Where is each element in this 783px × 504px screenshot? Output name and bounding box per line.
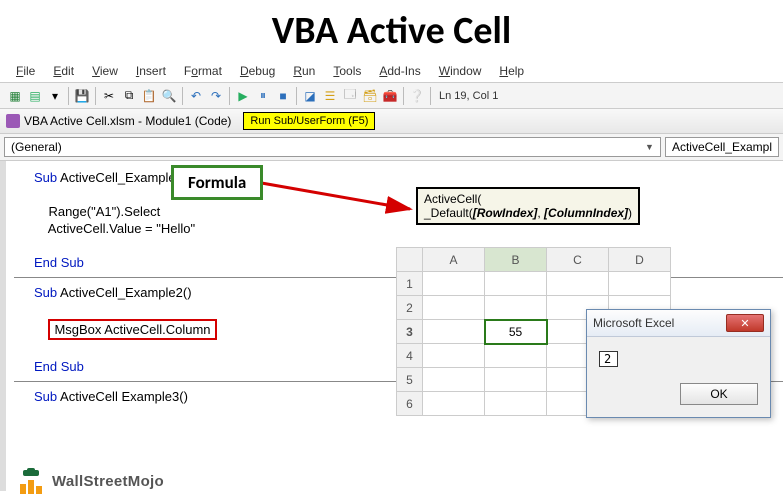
tooltip-line2: _Default([RowIndex], [ColumnIndex]) <box>424 206 632 220</box>
properties-icon[interactable]: 🗔 <box>341 87 359 105</box>
save-icon[interactable]: 💾 <box>73 87 91 105</box>
help-icon[interactable]: ❔ <box>408 87 426 105</box>
object-dropdown-value: (General) <box>11 140 62 154</box>
col-header[interactable]: A <box>423 248 485 272</box>
cell[interactable] <box>485 344 547 368</box>
cell[interactable] <box>423 368 485 392</box>
code-editor[interactable]: Formula ActiveCell( _Default([RowIndex],… <box>0 161 783 491</box>
cut-icon[interactable]: ✂ <box>100 87 118 105</box>
col-header[interactable]: C <box>547 248 609 272</box>
find-icon[interactable]: 🔍 <box>160 87 178 105</box>
document-tab-bar: VBA Active Cell.xlsm - Module1 (Code) Ru… <box>0 109 783 134</box>
code-dropdown-row: (General) ▼ ActiveCell_Exampl <box>0 134 783 161</box>
undo-icon[interactable]: ↶ <box>187 87 205 105</box>
cell[interactable] <box>485 296 547 320</box>
row-header[interactable]: 5 <box>397 368 423 392</box>
active-cell[interactable]: 55 <box>485 320 547 344</box>
chevron-down-icon: ▼ <box>645 142 654 152</box>
menu-edit[interactable]: Edit <box>45 62 82 80</box>
page-title: VBA Active Cell <box>0 8 783 54</box>
toolbar: ▦ ▤ ▾ 💾 ✂ ⧉ 📋 🔍 ↶ ↷ ▶ ⏸ ■ ◪ ☰ 🗔 🗃 🧰 ❔ Ln… <box>0 83 783 109</box>
cell[interactable] <box>423 272 485 296</box>
module-icon <box>6 114 20 128</box>
watermark-text: WallStreetMojo <box>52 473 164 490</box>
tooltip-line1: ActiveCell( <box>424 192 632 206</box>
code-line <box>14 186 783 203</box>
row-header[interactable]: 6 <box>397 392 423 416</box>
menu-window[interactable]: Window <box>431 62 490 80</box>
cell[interactable] <box>423 296 485 320</box>
menu-help[interactable]: Help <box>491 62 532 80</box>
cell[interactable] <box>485 368 547 392</box>
copy-icon[interactable]: ⧉ <box>120 87 138 105</box>
paste-icon[interactable]: 📋 <box>140 87 158 105</box>
menu-run[interactable]: Run <box>285 62 323 80</box>
message-box-body: 2 <box>587 337 770 373</box>
intellisense-tooltip: ActiveCell( _Default([RowIndex], [Column… <box>416 187 640 225</box>
callout-run-sub: Run Sub/UserForm (F5) <box>243 112 375 130</box>
design-mode-icon[interactable]: ◪ <box>301 87 319 105</box>
menu-insert[interactable]: Insert <box>128 62 174 80</box>
watermark: WallStreetMojo <box>18 468 164 494</box>
message-box-value: 2 <box>599 351 618 367</box>
code-line: Sub ActiveCell_Example1() <box>14 169 783 186</box>
object-browser-icon[interactable]: 🗃 <box>361 87 379 105</box>
row-header[interactable]: 1 <box>397 272 423 296</box>
highlighted-code: MsgBox ActiveCell.Column <box>48 319 216 340</box>
dropdown-icon[interactable]: ▾ <box>46 87 64 105</box>
cell[interactable] <box>485 392 547 416</box>
cell[interactable] <box>485 272 547 296</box>
corner-cell[interactable] <box>397 248 423 272</box>
excel-icon[interactable]: ▦ <box>6 87 24 105</box>
row-header[interactable]: 3 <box>397 320 423 344</box>
menu-addins[interactable]: Add-Ins <box>371 62 428 80</box>
pause-icon[interactable]: ⏸ <box>254 87 272 105</box>
menu-file[interactable]: File <box>8 62 43 80</box>
menu-bar: File Edit View Insert Format Debug Run T… <box>0 60 783 83</box>
message-box: Microsoft Excel ✕ 2 OK <box>586 309 771 418</box>
menu-debug[interactable]: Debug <box>232 62 283 80</box>
close-icon: ✕ <box>740 317 749 330</box>
code-line: ActiveCell.Value = "Hello" <box>14 220 783 237</box>
procedure-dropdown-value: ActiveCell_Exampl <box>672 140 772 154</box>
message-box-titlebar[interactable]: Microsoft Excel ✕ <box>587 310 770 337</box>
col-header[interactable]: D <box>609 248 671 272</box>
message-box-title: Microsoft Excel <box>593 316 674 330</box>
code-line: Range("A1").Select <box>14 203 783 220</box>
cursor-position: Ln 19, Col 1 <box>435 90 502 102</box>
ok-button[interactable]: OK <box>680 383 758 405</box>
redo-icon[interactable]: ↷ <box>207 87 225 105</box>
run-icon[interactable]: ▶ <box>234 87 252 105</box>
wallstreetmojo-logo <box>18 468 44 494</box>
row-header[interactable]: 2 <box>397 296 423 320</box>
callout-formula: Formula <box>171 165 263 200</box>
close-button[interactable]: ✕ <box>726 314 764 332</box>
object-dropdown[interactable]: (General) ▼ <box>4 137 661 157</box>
cell[interactable] <box>423 320 485 344</box>
stop-icon[interactable]: ■ <box>274 87 292 105</box>
row-header[interactable]: 4 <box>397 344 423 368</box>
menu-format[interactable]: Format <box>176 62 230 80</box>
cell[interactable] <box>547 272 609 296</box>
toolbox-icon[interactable]: 🧰 <box>381 87 399 105</box>
menu-view[interactable]: View <box>84 62 126 80</box>
col-header[interactable]: B <box>485 248 547 272</box>
procedure-dropdown[interactable]: ActiveCell_Exampl <box>665 137 779 157</box>
menu-tools[interactable]: Tools <box>325 62 369 80</box>
cell[interactable] <box>609 272 671 296</box>
document-tab-title: VBA Active Cell.xlsm - Module1 (Code) <box>24 114 231 128</box>
project-explorer-icon[interactable]: ☰ <box>321 87 339 105</box>
cell[interactable] <box>423 344 485 368</box>
cell[interactable] <box>423 392 485 416</box>
insert-module-icon[interactable]: ▤ <box>26 87 44 105</box>
